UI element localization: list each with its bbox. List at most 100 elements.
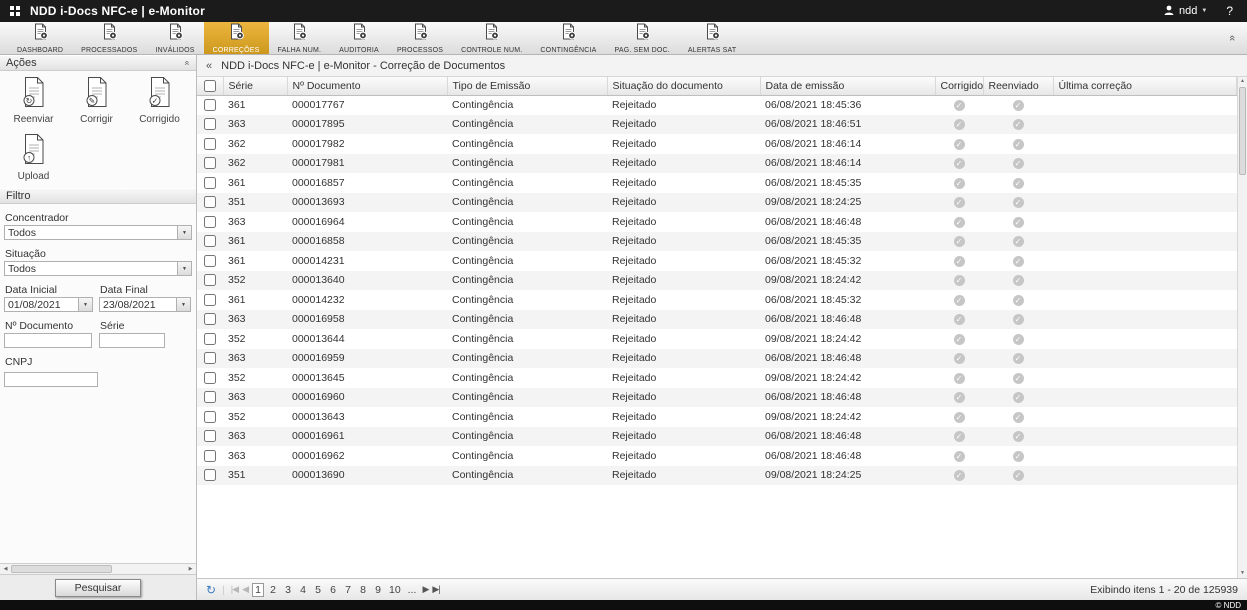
row-checkbox[interactable] bbox=[204, 469, 216, 481]
tab-correcoes[interactable]: CORREÇÕES bbox=[204, 22, 269, 54]
table-row[interactable]: 352000013643ContingênciaRejeitado09/08/2… bbox=[197, 407, 1237, 427]
col-serie[interactable]: Série bbox=[223, 77, 287, 95]
row-checkbox[interactable] bbox=[204, 352, 216, 364]
table-row[interactable]: 363000016964ContingênciaRejeitado06/08/2… bbox=[197, 212, 1237, 232]
table-row[interactable]: 361000014232ContingênciaRejeitado06/08/2… bbox=[197, 290, 1237, 310]
collapse-sidebar-icon[interactable]: « bbox=[206, 60, 212, 72]
row-checkbox[interactable] bbox=[204, 313, 216, 325]
table-row[interactable]: 361000017767ContingênciaRejeitado06/08/2… bbox=[197, 95, 1237, 115]
row-checkbox[interactable] bbox=[204, 157, 216, 169]
scroll-right-icon[interactable]: ▶ bbox=[185, 566, 196, 572]
page-9[interactable]: 9 bbox=[372, 584, 384, 596]
row-checkbox[interactable] bbox=[204, 411, 216, 423]
chevron-down-icon[interactable]: ▼ bbox=[177, 262, 191, 275]
tab-processados[interactable]: PROCESSADOS bbox=[72, 22, 146, 54]
refresh-icon[interactable]: ↻ bbox=[206, 583, 216, 597]
page-4[interactable]: 4 bbox=[297, 584, 309, 596]
chevron-down-icon[interactable]: ▼ bbox=[78, 298, 92, 311]
sidebar-horizontal-scrollbar[interactable]: ◀ ▶ bbox=[0, 563, 196, 574]
scrollbar-track[interactable] bbox=[11, 564, 185, 574]
col-tipo-de-emissao[interactable]: Tipo de Emissão bbox=[447, 77, 607, 95]
chevron-down-icon[interactable]: ▼ bbox=[177, 226, 191, 239]
row-checkbox[interactable] bbox=[204, 333, 216, 345]
previous-page-icon[interactable]: ◀ bbox=[242, 584, 248, 595]
app-grid-icon[interactable] bbox=[10, 6, 21, 17]
row-checkbox[interactable] bbox=[204, 274, 216, 286]
row-checkbox[interactable] bbox=[204, 138, 216, 150]
col-n-documento[interactable]: Nº Documento bbox=[287, 77, 447, 95]
page-8[interactable]: 8 bbox=[357, 584, 369, 596]
scrollbar-thumb[interactable] bbox=[1239, 87, 1246, 175]
action-reenviar[interactable]: ↻Reenviar bbox=[2, 77, 65, 125]
row-checkbox[interactable] bbox=[204, 391, 216, 403]
select-all-checkbox[interactable] bbox=[204, 80, 216, 92]
row-checkbox[interactable] bbox=[204, 235, 216, 247]
scroll-down-icon[interactable]: ▼ bbox=[1240, 569, 1245, 578]
row-checkbox[interactable] bbox=[204, 294, 216, 306]
tab-pag-sem-doc[interactable]: PAG. SEM DOC. bbox=[606, 22, 679, 54]
row-checkbox[interactable] bbox=[204, 255, 216, 267]
tab-invalidos[interactable]: INVÁLIDOS bbox=[146, 22, 203, 54]
scrollbar-thumb[interactable] bbox=[11, 565, 112, 573]
col-corrigido[interactable]: Corrigido bbox=[935, 77, 983, 95]
table-row[interactable]: 352000013645ContingênciaRejeitado09/08/2… bbox=[197, 368, 1237, 388]
data-inicial-picker[interactable]: 01/08/2021 ▼ bbox=[4, 297, 93, 312]
cnpj-input[interactable] bbox=[4, 372, 98, 387]
row-checkbox[interactable] bbox=[204, 372, 216, 384]
table-row[interactable]: 352000013640ContingênciaRejeitado09/08/2… bbox=[197, 271, 1237, 291]
row-checkbox[interactable] bbox=[204, 430, 216, 442]
row-checkbox[interactable] bbox=[204, 99, 216, 111]
col-data-de-emissao[interactable]: Data de emissão bbox=[760, 77, 935, 95]
action-upload[interactable]: ↑Upload bbox=[2, 134, 65, 182]
tab-dashboard[interactable]: DASHBOARD bbox=[8, 22, 72, 54]
search-button[interactable]: Pesquisar bbox=[55, 579, 141, 597]
col-reenviado[interactable]: Reenviado bbox=[983, 77, 1053, 95]
table-row[interactable]: 352000013644ContingênciaRejeitado09/08/2… bbox=[197, 329, 1237, 349]
page-5[interactable]: 5 bbox=[312, 584, 324, 596]
table-row[interactable]: 361000014231ContingênciaRejeitado06/08/2… bbox=[197, 251, 1237, 271]
scroll-left-icon[interactable]: ◀ bbox=[0, 566, 11, 572]
chevron-down-icon[interactable]: ▼ bbox=[176, 298, 190, 311]
tab-controle-num[interactable]: CONTROLE NUM. bbox=[452, 22, 531, 54]
page-2[interactable]: 2 bbox=[267, 584, 279, 596]
tab-alertas-sat[interactable]: ALERTAS SAT bbox=[679, 22, 746, 54]
row-checkbox[interactable] bbox=[204, 196, 216, 208]
table-row[interactable]: 351000013690ContingênciaRejeitado09/08/2… bbox=[197, 466, 1237, 486]
col-situacao-do-documento[interactable]: Situação do documento bbox=[607, 77, 760, 95]
tab-falha-num[interactable]: FALHA NUM. bbox=[269, 22, 331, 54]
row-checkbox[interactable] bbox=[204, 216, 216, 228]
data-final-picker[interactable]: 23/08/2021 ▼ bbox=[99, 297, 191, 312]
action-corrigido[interactable]: ✓Corrigido bbox=[128, 77, 191, 125]
page-1[interactable]: 1 bbox=[252, 583, 264, 597]
table-row[interactable]: 363000017895ContingênciaRejeitado06/08/2… bbox=[197, 115, 1237, 135]
last-page-icon[interactable]: ▶| bbox=[432, 584, 439, 595]
table-row[interactable]: 363000016960ContingênciaRejeitado06/08/2… bbox=[197, 388, 1237, 408]
toolbar-collapse-icon[interactable]: « bbox=[1226, 35, 1238, 41]
page-7[interactable]: 7 bbox=[342, 584, 354, 596]
vertical-scrollbar[interactable]: ▲ ▼ bbox=[1237, 77, 1247, 578]
table-row[interactable]: 363000016961ContingênciaRejeitado06/08/2… bbox=[197, 427, 1237, 447]
page-3[interactable]: 3 bbox=[282, 584, 294, 596]
action-corrigir[interactable]: ✎Corrigir bbox=[65, 77, 128, 125]
numero-documento-input[interactable] bbox=[4, 333, 92, 348]
scroll-up-icon[interactable]: ▲ bbox=[1240, 77, 1245, 86]
serie-input[interactable] bbox=[99, 333, 165, 348]
tab-processos[interactable]: PROCESSOS bbox=[388, 22, 452, 54]
page-6[interactable]: 6 bbox=[327, 584, 339, 596]
table-row[interactable]: 362000017981ContingênciaRejeitado06/08/2… bbox=[197, 154, 1237, 174]
situacao-select[interactable]: Todos ▼ bbox=[4, 261, 192, 276]
tab-auditoria[interactable]: AUDITORIA bbox=[330, 22, 388, 54]
help-button[interactable]: ? bbox=[1226, 4, 1233, 18]
scrollbar-track[interactable] bbox=[1238, 86, 1247, 569]
table-row[interactable]: 363000016958ContingênciaRejeitado06/08/2… bbox=[197, 310, 1237, 330]
collapse-panel-icon[interactable]: « bbox=[182, 60, 192, 65]
table-row[interactable]: 362000017982ContingênciaRejeitado06/08/2… bbox=[197, 134, 1237, 154]
tab-contingencia[interactable]: CONTINGÊNCIA bbox=[531, 22, 605, 54]
row-checkbox[interactable] bbox=[204, 177, 216, 189]
page-10[interactable]: 10 bbox=[387, 584, 403, 596]
row-checkbox[interactable] bbox=[204, 118, 216, 130]
row-checkbox[interactable] bbox=[204, 450, 216, 462]
table-row[interactable]: 363000016959ContingênciaRejeitado06/08/2… bbox=[197, 349, 1237, 369]
table-row[interactable]: 351000013693ContingênciaRejeitado09/08/2… bbox=[197, 193, 1237, 213]
next-page-icon[interactable]: ▶ bbox=[422, 584, 428, 595]
